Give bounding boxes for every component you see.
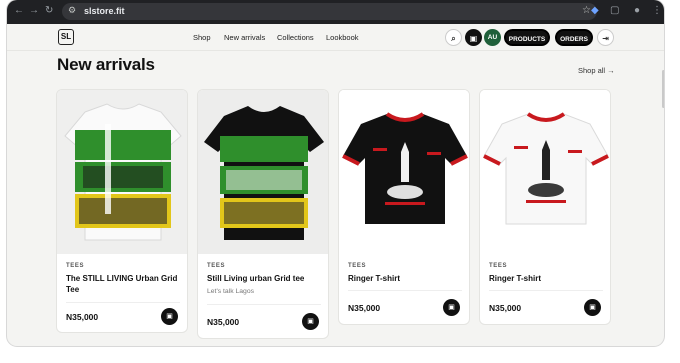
product-card[interactable]: TEES Ringer T-shirt N35,000 ▣ <box>479 89 611 325</box>
search-icon[interactable]: ⌕ <box>445 29 462 46</box>
product-name[interactable]: Still Living urban Grid tee <box>207 274 319 285</box>
product-name[interactable]: Ringer T-shirt <box>348 274 460 285</box>
site-info-icon[interactable]: ⚙ <box>68 5 76 16</box>
product-price: N35,000 <box>207 317 240 327</box>
product-image[interactable] <box>198 90 328 254</box>
product-image[interactable] <box>480 90 610 254</box>
menu-icon[interactable]: ⋮ <box>652 5 662 16</box>
browser-toolbar: ← → ↻ ⚙ slstore.fit ☆ ◆ ▢ ● ⋮ <box>7 0 664 24</box>
product-category: TEES <box>207 263 226 269</box>
product-price: N35,000 <box>348 303 381 313</box>
section-title: New arrivals <box>57 55 155 74</box>
card-divider <box>207 304 321 305</box>
product-card[interactable]: TEES The STILL LIVING Urban Grid Tee N35… <box>56 89 188 333</box>
store-logo[interactable]: SL <box>58 29 74 45</box>
product-category: TEES <box>348 263 367 269</box>
reload-icon[interactable]: ↻ <box>45 5 53 16</box>
profile-icon[interactable]: ● <box>634 5 640 16</box>
product-category: TEES <box>489 263 508 269</box>
add-to-cart-button[interactable]: ▣ <box>584 299 601 316</box>
extensions-icon[interactable]: ▢ <box>610 5 619 16</box>
address-bar[interactable]: ⚙ slstore.fit ☆ <box>62 3 597 20</box>
black-ringer-tee-graphic <box>339 90 469 254</box>
card-divider <box>348 290 462 291</box>
product-price: N35,000 <box>489 303 522 313</box>
product-card[interactable]: TEES Ringer T-shirt N35,000 ▣ <box>338 89 470 325</box>
avatar[interactable]: AU <box>484 29 501 46</box>
nav-collections[interactable]: Collections <box>277 33 314 42</box>
cart-icon: ▣ <box>589 304 596 311</box>
white-ringer-tee-graphic <box>480 90 610 254</box>
shop-all-link[interactable]: Shop all → <box>578 66 615 75</box>
product-price: N35,000 <box>66 312 99 322</box>
add-to-cart-button[interactable]: ▣ <box>443 299 460 316</box>
black-tee-graphic <box>198 90 328 254</box>
white-tee-graphic <box>57 90 187 254</box>
cart-icon: ▣ <box>307 318 314 325</box>
cart-icon[interactable]: ▣ <box>465 29 482 46</box>
orders-button[interactable]: ORDERS <box>555 29 593 46</box>
nav-lookbook[interactable]: Lookbook <box>326 33 359 42</box>
product-name[interactable]: Ringer T-shirt <box>489 274 601 285</box>
browser-window: ← → ↻ ⚙ slstore.fit ☆ ◆ ▢ ● ⋮ SL Shop Ne… <box>7 0 664 346</box>
nav-new-arrivals[interactable]: New arrivals <box>224 33 265 42</box>
product-image[interactable] <box>57 90 187 254</box>
product-name[interactable]: The STILL LIVING Urban Grid Tee <box>66 274 178 295</box>
card-divider <box>66 302 180 303</box>
product-image[interactable] <box>339 90 469 254</box>
site-header: SL Shop New arrivals Collections Lookboo… <box>7 24 664 51</box>
scrollbar[interactable] <box>662 70 664 108</box>
forward-icon[interactable]: → <box>29 5 39 16</box>
url-text: slstore.fit <box>84 6 125 16</box>
add-to-cart-button[interactable]: ▣ <box>302 313 319 330</box>
product-category: TEES <box>66 263 85 269</box>
back-icon[interactable]: ← <box>14 5 24 16</box>
translate-icon[interactable]: ◆ <box>591 5 599 16</box>
cart-icon: ▣ <box>448 304 455 311</box>
product-card[interactable]: TEES Still Living urban Grid tee Let's t… <box>197 89 329 339</box>
card-divider <box>489 290 603 291</box>
cart-icon: ▣ <box>166 313 173 320</box>
product-subtitle: Let's talk Lagos <box>207 288 255 295</box>
products-button[interactable]: PRODUCTS <box>504 29 550 46</box>
add-to-cart-button[interactable]: ▣ <box>161 308 178 325</box>
bookmark-star-icon[interactable]: ☆ <box>582 5 591 16</box>
logout-icon[interactable]: ⇥ <box>597 29 614 46</box>
nav-shop[interactable]: Shop <box>193 33 211 42</box>
